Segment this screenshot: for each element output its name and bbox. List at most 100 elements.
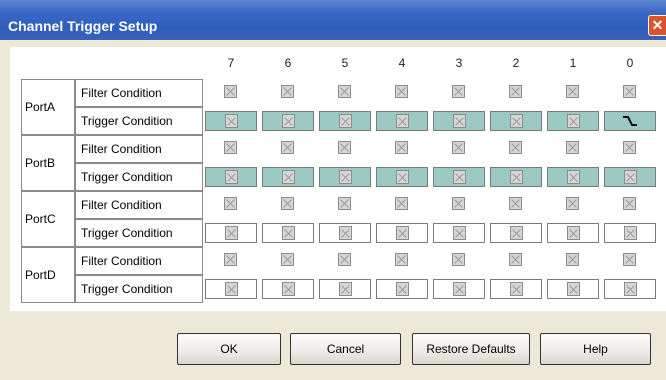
filter-condition-label: Filter Condition <box>75 135 203 163</box>
trigger-condition-button[interactable] <box>604 111 656 131</box>
trigger-condition-button[interactable] <box>319 223 371 243</box>
restore-defaults-button[interactable]: Restore Defaults <box>412 333 530 365</box>
unset-condition-icon <box>225 114 238 128</box>
filter-condition-checkbox[interactable] <box>338 141 351 154</box>
trigger-condition-button[interactable] <box>547 223 599 243</box>
falling-edge-icon <box>623 116 637 126</box>
trigger-condition-button[interactable] <box>604 167 656 187</box>
trigger-condition-button[interactable] <box>262 111 314 131</box>
trigger-condition-button[interactable] <box>547 279 599 299</box>
trigger-condition-button[interactable] <box>376 279 428 299</box>
filter-condition-checkbox[interactable] <box>509 85 522 98</box>
trigger-condition-button[interactable] <box>433 279 485 299</box>
filter-condition-checkbox[interactable] <box>566 197 579 210</box>
unset-condition-icon <box>282 114 295 128</box>
trigger-condition-label: Trigger Condition <box>75 275 203 303</box>
unset-condition-icon <box>396 114 409 128</box>
filter-condition-checkbox[interactable] <box>224 253 237 266</box>
filter-condition-checkbox[interactable] <box>623 197 636 210</box>
filter-condition-checkbox[interactable] <box>281 141 294 154</box>
filter-condition-checkbox[interactable] <box>452 253 465 266</box>
unset-condition-icon <box>282 226 295 240</box>
trigger-condition-button[interactable] <box>490 279 542 299</box>
filter-condition-checkbox[interactable] <box>281 85 294 98</box>
filter-condition-checkbox[interactable] <box>281 197 294 210</box>
trigger-condition-button[interactable] <box>376 111 428 131</box>
trigger-condition-label: Trigger Condition <box>75 163 203 191</box>
trigger-condition-button[interactable] <box>490 223 542 243</box>
trigger-condition-button[interactable] <box>433 111 485 131</box>
channel-trigger-setup-dialog: Channel Trigger Setup ✕ 7 6 5 4 3 2 1 0 PortA Fil… <box>0 0 666 380</box>
trigger-condition-button[interactable] <box>547 111 599 131</box>
trigger-condition-button[interactable] <box>433 223 485 243</box>
unset-condition-icon <box>396 170 409 184</box>
unset-condition-icon <box>453 170 466 184</box>
trigger-condition-button[interactable] <box>319 167 371 187</box>
column-header: 1 <box>569 56 577 70</box>
trigger-condition-button[interactable] <box>376 223 428 243</box>
unset-condition-icon <box>567 226 580 240</box>
filter-condition-checkbox[interactable] <box>395 141 408 154</box>
filter-condition-label: Filter Condition <box>75 191 203 219</box>
filter-condition-checkbox[interactable] <box>509 253 522 266</box>
unset-condition-icon <box>624 170 637 184</box>
trigger-condition-button[interactable] <box>319 279 371 299</box>
unset-condition-icon <box>396 282 409 296</box>
trigger-condition-button[interactable] <box>604 223 656 243</box>
unset-condition-icon <box>510 170 523 184</box>
trigger-condition-button[interactable] <box>262 223 314 243</box>
cancel-button[interactable]: Cancel <box>290 333 401 365</box>
filter-condition-checkbox[interactable] <box>338 85 351 98</box>
filter-condition-checkbox[interactable] <box>452 141 465 154</box>
column-header: 5 <box>341 56 349 70</box>
filter-condition-checkbox[interactable] <box>623 141 636 154</box>
trigger-condition-button[interactable] <box>262 167 314 187</box>
trigger-condition-button[interactable] <box>547 167 599 187</box>
trigger-condition-button[interactable] <box>262 279 314 299</box>
filter-condition-checkbox[interactable] <box>338 197 351 210</box>
port-label: PortA <box>21 79 75 135</box>
trigger-condition-button[interactable] <box>490 167 542 187</box>
filter-condition-checkbox[interactable] <box>395 197 408 210</box>
trigger-condition-button[interactable] <box>433 167 485 187</box>
column-header: 2 <box>512 56 520 70</box>
unset-condition-icon <box>225 226 238 240</box>
filter-condition-checkbox[interactable] <box>509 141 522 154</box>
filter-condition-checkbox[interactable] <box>623 253 636 266</box>
filter-condition-checkbox[interactable] <box>452 85 465 98</box>
filter-condition-label: Filter Condition <box>75 79 203 107</box>
trigger-condition-button[interactable] <box>376 167 428 187</box>
close-button[interactable]: ✕ <box>648 15 666 36</box>
filter-condition-checkbox[interactable] <box>224 141 237 154</box>
trigger-condition-button[interactable] <box>490 111 542 131</box>
unset-condition-icon <box>453 226 466 240</box>
filter-condition-checkbox[interactable] <box>509 197 522 210</box>
trigger-condition-button[interactable] <box>205 111 257 131</box>
filter-condition-checkbox[interactable] <box>281 253 294 266</box>
trigger-condition-button[interactable] <box>205 223 257 243</box>
filter-condition-checkbox[interactable] <box>395 85 408 98</box>
filter-condition-checkbox[interactable] <box>452 197 465 210</box>
filter-condition-checkbox[interactable] <box>623 85 636 98</box>
unset-condition-icon <box>339 114 352 128</box>
filter-condition-checkbox[interactable] <box>566 253 579 266</box>
filter-condition-checkbox[interactable] <box>566 141 579 154</box>
port-label: PortB <box>21 135 75 191</box>
unset-condition-icon <box>624 282 637 296</box>
filter-condition-checkbox[interactable] <box>566 85 579 98</box>
help-button[interactable]: Help <box>540 333 651 365</box>
filter-condition-checkbox[interactable] <box>224 85 237 98</box>
trigger-condition-button[interactable] <box>604 279 656 299</box>
column-header: 7 <box>227 56 235 70</box>
trigger-condition-button[interactable] <box>205 279 257 299</box>
filter-condition-checkbox[interactable] <box>395 253 408 266</box>
filter-condition-checkbox[interactable] <box>224 197 237 210</box>
unset-condition-icon <box>282 170 295 184</box>
filter-condition-checkbox[interactable] <box>338 253 351 266</box>
port-label: PortD <box>21 247 75 303</box>
trigger-condition-button[interactable] <box>205 167 257 187</box>
window-title: Channel Trigger Setup <box>8 18 158 34</box>
trigger-condition-button[interactable] <box>319 111 371 131</box>
ok-button[interactable]: OK <box>177 333 281 365</box>
title-bar[interactable]: Channel Trigger Setup ✕ <box>0 0 666 40</box>
